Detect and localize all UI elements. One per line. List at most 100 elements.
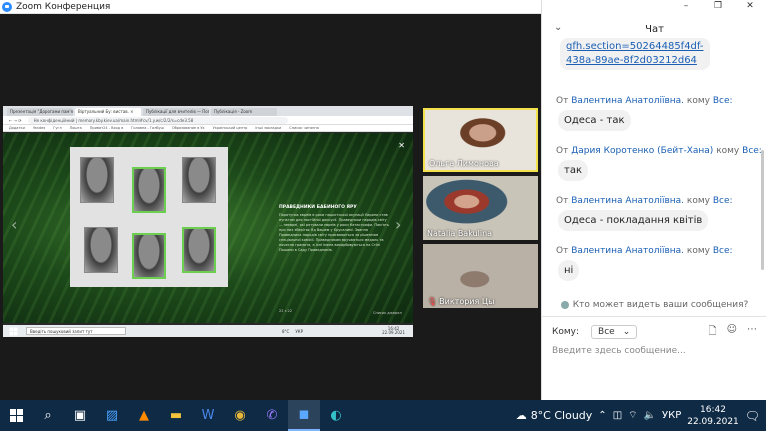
message-sender[interactable]: Валентина Анатоліївна. [571,246,684,256]
portrait-photo [182,227,216,273]
visibility-info[interactable]: Кто может видеть ваши сообщения? [542,300,766,310]
clock-date: 22.09.2021 [687,416,739,427]
bookmark: Образование в Ук [171,126,205,130]
browser-tab-strip: Презентація "Дорогами пам'яті" Віртуальн… [3,106,413,116]
slide-next-icon[interactable]: › [395,215,401,234]
message-sender[interactable]: Валентина Анатоліївна. [571,196,684,206]
message-from-prefix: От [556,196,569,206]
message-to-word: кому [686,246,710,256]
more-icon[interactable]: ⋯ [747,324,757,341]
photos-app-icon[interactable]: ▨ [96,400,128,431]
participant-tile[interactable]: 🎙 Виктория Цы [423,244,538,308]
shared-clock: 16:42 22.09.2021 [382,327,405,335]
viber-icon[interactable]: ✆ [256,400,288,431]
zoom-app-icon[interactable]: ◼ [288,400,320,431]
chat-tools: 🗋 ☺ ⋯ [709,324,757,341]
slide-close-icon[interactable]: ✕ [398,141,405,150]
chat-scrollbar[interactable] [761,150,764,270]
bookmark: Приват24 - Вход в [89,126,124,130]
browser-tab-active: Віртуальний Бу: вистав. × [75,108,141,116]
maximize-button[interactable]: ❐ [702,0,734,14]
recipient-select[interactable]: Все ⌄ [591,325,638,339]
window-controls: – ❐ ✕ [670,0,766,14]
search-icon[interactable]: ⌕ [32,400,64,431]
portrait-photo [132,233,166,279]
volume-icon[interactable]: 🔈 [644,410,656,421]
slide-prev-icon[interactable]: ‹ [11,215,17,234]
message-to-word: кому [716,146,740,156]
minimize-button[interactable]: – [670,0,702,14]
message-recipient: Все: [712,96,733,106]
slide-body-text: Порятунок євреїв в роки нацистської окуп… [279,213,389,252]
shared-search-box: Введіть пошуковий запит тут [26,327,126,335]
word-icon[interactable]: W [192,400,224,431]
language-indicator[interactable]: УКР [662,410,681,421]
zoom-titlebar: Zoom Конференция [0,0,541,14]
message-from-prefix: От [556,246,569,256]
browser-nav-icons: ← → ⟳ [9,117,22,123]
bookmark: Додатки [9,126,25,130]
weather-text: 8°C Cloudy [530,409,593,422]
edge-icon[interactable]: ◐ [320,400,352,431]
message-header: От Валентина Анатоліївна. кому Все: [556,196,733,206]
network-icon[interactable]: ◫ [613,410,622,421]
chevron-down-icon: ⌄ [622,327,631,337]
message-sender[interactable]: Валентина Анатоліївна. [571,96,684,106]
file-explorer-icon[interactable]: ▬ [160,400,192,431]
system-tray: ☁ 8°C Cloudy ⌃ ◫ ⌔ 🔈 УКР 16:42 22.09.202… [516,400,766,431]
weather-widget[interactable]: ☁ 8°C Cloudy [516,409,593,422]
cloud-icon: ☁ [515,409,527,422]
windows-start-button[interactable] [0,400,32,431]
message-recipient: Все: [712,246,733,256]
chat-bubble: Одеса - покладання квітів [558,210,709,231]
shared-date: 22.09.2021 [382,330,405,335]
message-from-prefix: От [556,146,569,156]
chat-link[interactable]: gfh.section=50264485f4df-438a-89ae-8f2d0… [560,38,710,70]
meeting-area: Презентація "Дорогами пам'яті" Віртуальн… [0,14,541,400]
portrait-photo [80,157,114,203]
bookmark: Гугл [53,126,62,130]
chat-bubble: Одеса - так [558,110,631,131]
visibility-text: Кто может видеть ваши сообщения? [572,300,749,310]
chat-panel: – ❐ ✕ ⌄ Чат gfh.section=50264485f4df-438… [541,0,766,400]
browser-tab: Публікація - Zoom [211,108,277,116]
task-view-icon[interactable]: ▣ [64,400,96,431]
slide-title: ПРАВЕДНИКИ БАБИНОГО ЯРУ [279,205,357,210]
participant-tile[interactable]: Ольга Лимонова [423,108,538,172]
bookmark: Список читання [289,126,319,130]
divider [542,316,766,317]
close-button[interactable]: ✕ [734,0,766,14]
presentation-slide: ‹ › ✕ ПРАВЕДНИКИ БАБИНОГО ЯРУ Порятунок … [3,133,413,323]
slide-source-link[interactable]: Список джерел [373,311,402,315]
portrait-photo [132,167,166,213]
bookmark: Yandex [32,126,46,130]
participant-tile[interactable]: Natalia Bakulina [423,176,538,240]
vlc-icon[interactable]: ▲ [128,400,160,431]
chat-input[interactable]: Введите здесь сообщение... [552,346,757,356]
shared-taskbar: Введіть пошуковий запит тут 8°C УКР 16:4… [3,325,413,337]
people-icon [560,300,569,309]
clock[interactable]: 16:42 22.09.2021 [687,404,739,428]
portrait-board [70,147,228,287]
portrait-photo [84,227,118,273]
file-icon[interactable]: 🗋 [709,324,717,341]
windows-start-icon [9,327,18,335]
message-sender[interactable]: Дария Коротенко (Бейт-Хана) [571,146,713,156]
emoji-icon[interactable]: ☺ [727,324,737,341]
recipient-value: Все [598,327,615,337]
windows-taskbar: ⌕ ▣ ▨ ▲ ▬ W ◉ ✆ ◼ ◐ ☁ 8°C Cloudy ⌃ ◫ ⌔ 🔈… [0,400,766,431]
browser-tab: Публікації для вчителів — Погру [143,108,209,116]
wifi-icon[interactable]: ⌔ [628,409,637,422]
message-header: От Валентина Анатоліївна. кому Все: [556,96,733,106]
recipient-row: Кому: Все ⌄ 🗋 ☺ ⋯ [552,324,757,341]
windows-logo-icon [9,409,23,422]
shared-screen[interactable]: Презентація "Дорогами пам'яті" Віртуальн… [3,106,413,337]
notifications-icon[interactable]: 🗨 [745,409,760,423]
message-to-word: кому [686,196,710,206]
chat-bubble: ні [558,260,580,281]
zoom-logo-icon [2,1,12,12]
browser-bookmarks-bar: Додатки Yandex Гугл Пошта Приват24 - Вхо… [3,125,413,132]
participant-name: Виктория Цы [439,297,495,306]
chevron-up-icon[interactable]: ⌃ [598,410,606,421]
chrome-icon[interactable]: ◉ [224,400,256,431]
